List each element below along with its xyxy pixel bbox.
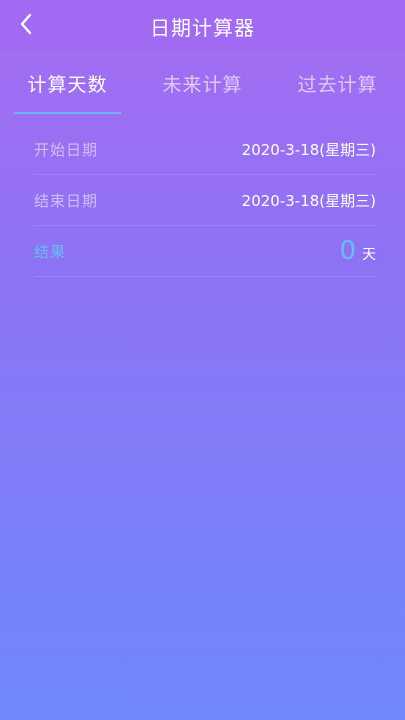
tab-bar: 计算天数 未来计算 过去计算 xyxy=(0,52,405,114)
end-date-value[interactable]: 2020-3-18(星期三) xyxy=(242,190,376,211)
result-unit: 天 xyxy=(362,247,376,263)
top-bar: 日期计算器 xyxy=(0,0,405,52)
result-label: 结果 xyxy=(34,242,67,261)
result-row: 结果 0 天 xyxy=(34,226,376,277)
end-date-row[interactable]: 结束日期 2020-3-18(星期三) xyxy=(34,175,376,226)
chevron-left-icon xyxy=(20,13,32,35)
end-date-label: 结束日期 xyxy=(34,191,99,210)
back-button[interactable] xyxy=(8,6,44,42)
result-number: 0 xyxy=(339,236,356,266)
tab-count-days[interactable]: 计算天数 xyxy=(0,52,135,114)
date-form: 开始日期 2020-3-18(星期三) 结束日期 2020-3-18(星期三) … xyxy=(34,124,376,277)
start-date-value[interactable]: 2020-3-18(星期三) xyxy=(242,139,376,160)
tab-future-calc[interactable]: 未来计算 xyxy=(135,52,270,114)
result-display: 0 天 xyxy=(339,236,376,266)
page-title: 日期计算器 xyxy=(150,15,255,40)
start-date-row[interactable]: 开始日期 2020-3-18(星期三) xyxy=(34,124,376,175)
tab-past-calc[interactable]: 过去计算 xyxy=(270,52,405,114)
start-date-label: 开始日期 xyxy=(34,140,99,159)
